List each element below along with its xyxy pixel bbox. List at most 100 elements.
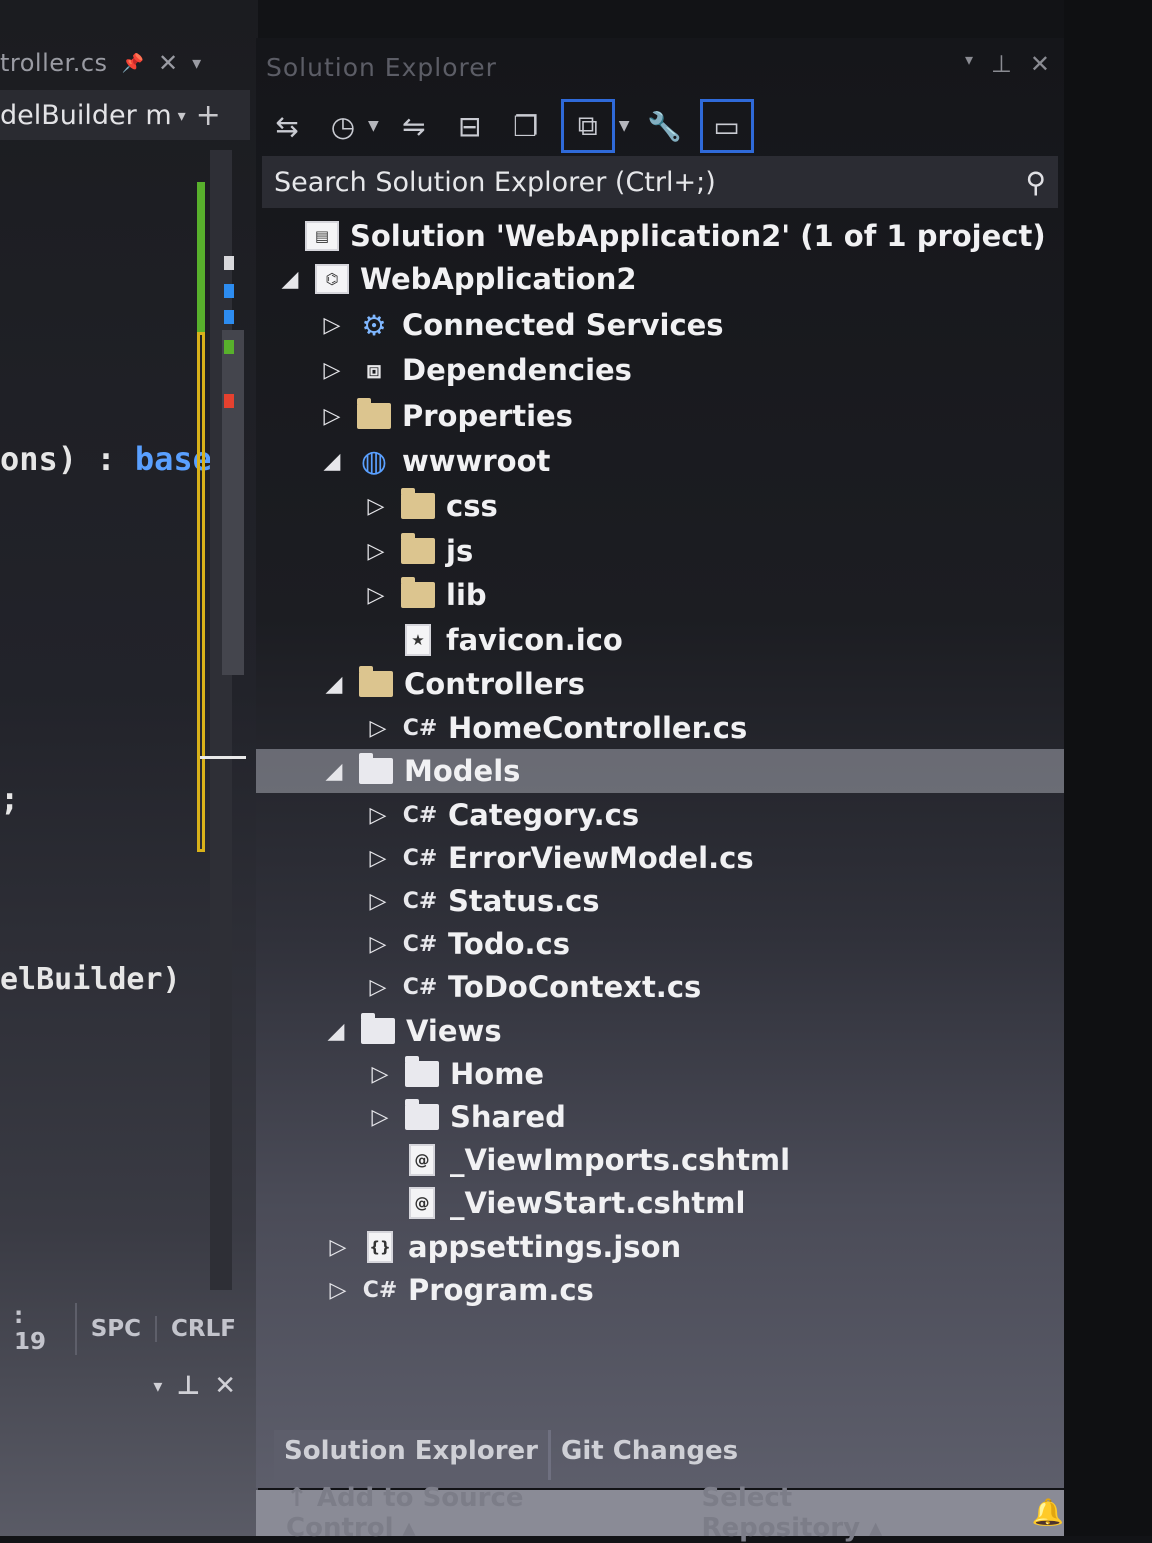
expand-arrow-icon[interactable]: ▷ — [324, 1235, 352, 1260]
tree-item-label: Views — [406, 1014, 502, 1048]
search-input[interactable]: Search Solution Explorer (Ctrl+;) ⚲ — [262, 156, 1058, 208]
expand-arrow-icon[interactable]: ▷ — [364, 846, 392, 871]
add-to-source-control-button[interactable]: ↑ Add to Source Control ▴ — [286, 1483, 621, 1543]
tree-item-favicon[interactable]: ★ favicon.ico — [256, 618, 1064, 662]
scroll-marker — [224, 340, 234, 354]
pin-icon[interactable]: ⊥ — [991, 50, 1012, 78]
line-ending-indicator[interactable]: CRLF — [157, 1316, 250, 1342]
search-icon[interactable]: ⚲ — [1025, 166, 1046, 199]
expand-arrow-icon[interactable]: ▷ — [364, 889, 392, 914]
tree-item-viewimports[interactable]: @ _ViewImports.cshtml — [256, 1138, 1064, 1182]
expand-arrow-icon[interactable]: ▷ — [366, 1105, 394, 1130]
editor-status-bar: : 19 SPC CRLF — [0, 1303, 250, 1355]
show-all-files-icon[interactable]: ❐ — [505, 105, 547, 147]
tree-item-properties[interactable]: ▷ Properties — [256, 394, 1064, 438]
member-dropdown[interactable]: delBuilder m — [0, 100, 172, 131]
expand-arrow-icon[interactable]: ▷ — [318, 313, 346, 338]
csharp-icon: C# — [402, 802, 438, 828]
close-icon[interactable]: ✕ — [1030, 50, 1050, 78]
properties-wrench-icon[interactable]: 🔧 — [644, 105, 686, 147]
editor-tab-title[interactable]: troller.cs — [0, 49, 108, 77]
tree-item-todo[interactable]: ▷ C# Todo.cs — [256, 922, 1064, 966]
chevron-down-icon[interactable]: ▼ — [619, 118, 630, 134]
tree-item-category[interactable]: ▷ C# Category.cs — [256, 793, 1064, 837]
expand-arrow-icon[interactable]: ▷ — [364, 716, 392, 741]
select-repository-button[interactable]: Select Repository ▴ — [701, 1483, 951, 1543]
whitespace-indicator[interactable]: SPC — [77, 1316, 158, 1342]
code-line[interactable]: ; — [0, 780, 19, 818]
expand-arrow-icon[interactable]: ▷ — [318, 404, 346, 429]
tree-item-appsettings[interactable]: ▷ {} appsettings.json — [256, 1225, 1064, 1269]
expand-arrow-icon[interactable]: ▷ — [366, 1062, 394, 1087]
pin-icon[interactable]: ⊥ — [176, 1371, 200, 1401]
code-line[interactable]: elBuilder) — [0, 962, 181, 997]
expand-arrow-icon[interactable]: ▷ — [364, 975, 392, 1000]
tree-item-shared[interactable]: ▷ Shared — [256, 1095, 1064, 1139]
tree-item-project[interactable]: ◢ ⌬ WebApplication2 — [256, 257, 1064, 301]
expand-arrow-icon[interactable]: ◢ — [320, 759, 348, 784]
tree-item-js[interactable]: ▷ js — [256, 529, 1064, 573]
tree-item-home[interactable]: ▷ Home — [256, 1052, 1064, 1096]
expand-arrow-icon[interactable]: ▷ — [362, 583, 390, 608]
tree-item-solution[interactable]: ▤ Solution 'WebApplication2' (1 of 1 pro… — [256, 214, 1064, 258]
tree-item-label: wwwroot — [402, 444, 551, 478]
tree-item-errorviewmodel[interactable]: ▷ C# ErrorViewModel.cs — [256, 836, 1064, 880]
solution-explorer-panel: Solution Explorer ▾ ⊥ ✕ ⇆ ◷ ▼ ⇋ ⊟ ❐ ⧉ ▼ … — [256, 38, 1064, 1488]
editor-tab[interactable]: troller.cs 📌 ✕ ▾ — [0, 38, 250, 88]
tree-item-label: lib — [446, 578, 487, 612]
tree-item-status[interactable]: ▷ C# Status.cs — [256, 879, 1064, 923]
tree-item-viewstart[interactable]: @ _ViewStart.cshtml — [256, 1181, 1064, 1225]
sync-with-active-document-icon[interactable]: ⇋ — [393, 105, 435, 147]
pin-icon[interactable]: 📌 — [122, 53, 144, 74]
chevron-down-icon[interactable]: ▾ — [153, 1376, 162, 1397]
tree-item-controllers[interactable]: ◢ Controllers — [256, 662, 1064, 706]
member-navigation-bar[interactable]: delBuilder m ▾ + — [0, 90, 250, 140]
folder-icon — [398, 488, 438, 523]
tree-item-lib[interactable]: ▷ lib — [256, 573, 1064, 617]
expand-arrow-icon[interactable]: ◢ — [322, 1019, 350, 1044]
scroll-marker — [224, 394, 234, 408]
column-indicator[interactable]: : 19 — [0, 1303, 77, 1355]
close-icon[interactable]: ✕ — [214, 1371, 236, 1401]
track-active-item-icon[interactable]: ⧉ — [560, 99, 615, 153]
expand-arrow-icon[interactable]: ◢ — [318, 449, 346, 474]
chevron-down-icon[interactable]: ▼ — [368, 118, 379, 134]
pending-changes-filter-icon[interactable]: ◷ — [322, 105, 364, 147]
expand-arrow-icon[interactable]: ◢ — [320, 672, 348, 697]
tree-item-dependencies[interactable]: ▷ ⧈ Dependencies — [256, 348, 1064, 392]
tree-item-label: css — [446, 489, 498, 523]
split-icon[interactable]: + — [196, 98, 221, 133]
bell-icon[interactable]: 🔔 — [1032, 1498, 1064, 1528]
tree-item-todocontext[interactable]: ▷ C# ToDoContext.cs — [256, 965, 1064, 1009]
tree-item-wwwroot[interactable]: ◢ ◍ wwwroot — [256, 439, 1064, 483]
code-editor[interactable]: troller.cs 📌 ✕ ▾ delBuilder m ▾ + ons) :… — [0, 0, 258, 1536]
collapse-all-icon[interactable]: ⊟ — [449, 105, 491, 147]
tree-item-models[interactable]: ◢ Models — [256, 749, 1064, 793]
tree-item-css[interactable]: ▷ css — [256, 484, 1064, 528]
code-text: ons) : — [0, 440, 135, 478]
expand-arrow-icon[interactable]: ▷ — [362, 539, 390, 564]
tab-git-changes[interactable]: Git Changes — [551, 1430, 748, 1480]
folder-icon — [402, 1056, 442, 1091]
chevron-down-icon[interactable]: ▾ — [192, 53, 201, 74]
scrollbar-thumb[interactable] — [222, 330, 244, 675]
preview-selected-items-icon[interactable]: ▭ — [699, 99, 754, 153]
expand-arrow-icon[interactable]: ▷ — [324, 1278, 352, 1303]
expand-arrow-icon[interactable]: ▷ — [364, 932, 392, 957]
chevron-down-icon[interactable]: ▾ — [178, 106, 186, 125]
tree-item-views[interactable]: ◢ Views — [256, 1009, 1064, 1053]
expand-arrow-icon[interactable]: ◢ — [276, 267, 304, 292]
close-icon[interactable]: ✕ — [158, 49, 178, 77]
expand-arrow-icon[interactable]: ▷ — [318, 358, 346, 383]
tree-item-program[interactable]: ▷ C# Program.cs — [256, 1268, 1064, 1312]
expand-arrow-icon[interactable]: ▷ — [362, 494, 390, 519]
switch-views-icon[interactable]: ⇆ — [266, 105, 308, 147]
chevron-down-icon[interactable]: ▾ — [965, 50, 973, 78]
expand-arrow-icon[interactable]: ▷ — [364, 803, 392, 828]
tree-item-homecontroller[interactable]: ▷ C# HomeController.cs — [256, 706, 1064, 750]
tab-solution-explorer[interactable]: Solution Explorer — [274, 1430, 551, 1480]
tree-item-connected-services[interactable]: ▷ ⚙ Connected Services — [256, 303, 1064, 347]
tree-item-label: _ViewImports.cshtml — [450, 1143, 791, 1177]
folder-icon — [398, 533, 438, 568]
caret-position-marker — [200, 756, 246, 759]
